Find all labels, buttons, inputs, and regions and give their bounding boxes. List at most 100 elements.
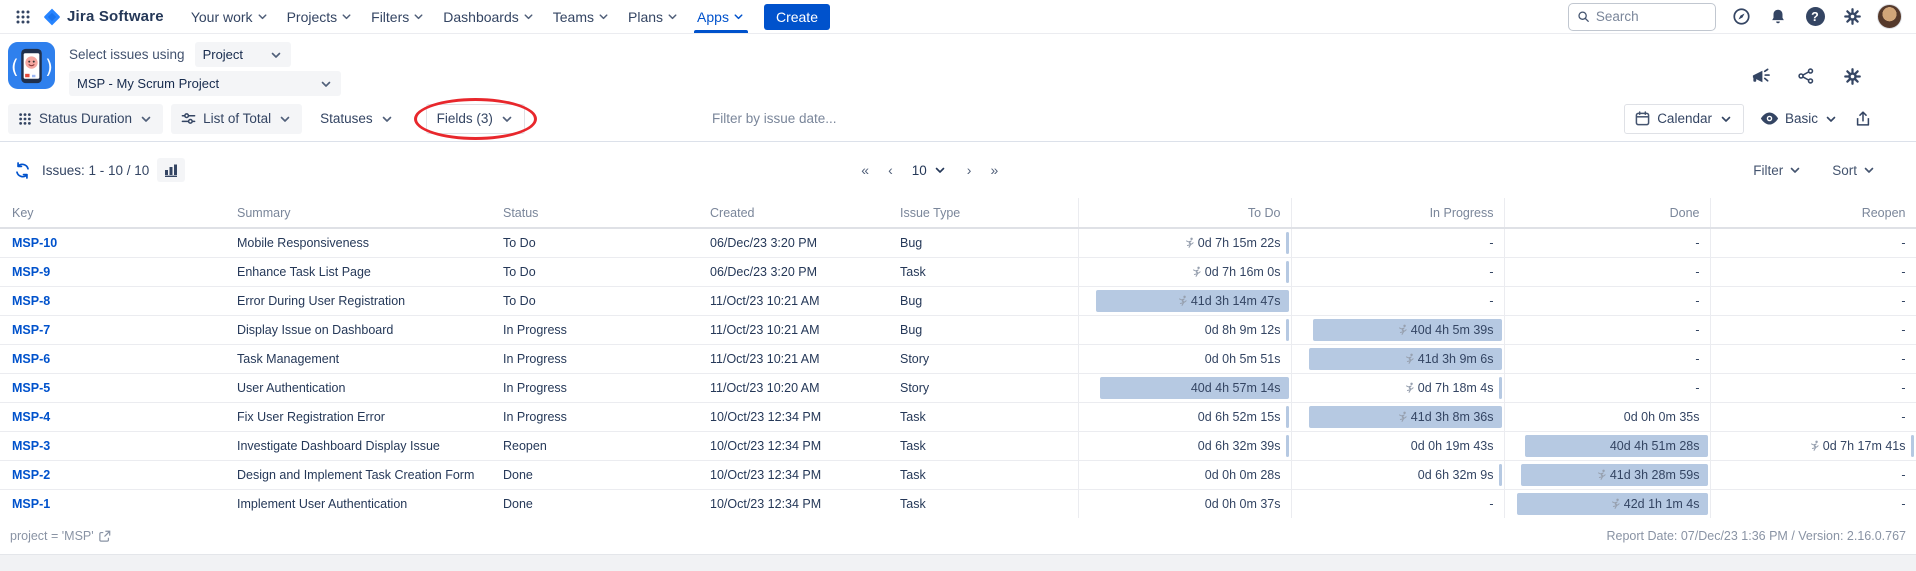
column-header-reopen[interactable]: Reopen bbox=[1710, 198, 1916, 228]
statuses-dropdown[interactable]: Statuses bbox=[310, 104, 404, 134]
issue-key-link[interactable]: MSP-4 bbox=[12, 410, 50, 424]
duration-bar bbox=[1911, 435, 1913, 457]
status-cell: In Progress bbox=[491, 373, 698, 402]
done-duration-cell: 40d 4h 51m 28s bbox=[1504, 431, 1710, 460]
reopen-duration-cell: - bbox=[1710, 228, 1916, 257]
created-cell: 11/Oct/23 10:21 AM bbox=[698, 286, 888, 315]
issue-key-link[interactable]: MSP-9 bbox=[12, 265, 50, 279]
nav-item-dashboards[interactable]: Dashboards bbox=[434, 0, 544, 33]
report-date-version: Report Date: 07/Dec/23 1:36 PM / Version… bbox=[1607, 529, 1907, 543]
active-status-runner-icon bbox=[1397, 411, 1408, 423]
inprogress-duration-cell: 40d 4h 5m 39s bbox=[1291, 315, 1504, 344]
issue-key-link[interactable]: MSP-1 bbox=[12, 497, 50, 511]
nav-item-plans[interactable]: Plans bbox=[619, 0, 688, 33]
issue-type-cell: Bug bbox=[888, 315, 1078, 344]
nav-item-your-work[interactable]: Your work bbox=[182, 0, 278, 33]
created-cell: 06/Dec/23 3:20 PM bbox=[698, 257, 888, 286]
issue-type-cell: Task bbox=[888, 431, 1078, 460]
jira-logo[interactable]: Jira Software bbox=[42, 7, 164, 27]
sort-dropdown[interactable]: Sort bbox=[1832, 163, 1876, 178]
user-avatar[interactable] bbox=[1877, 4, 1902, 29]
chevron-down-icon bbox=[732, 10, 745, 23]
last-page-button[interactable]: » bbox=[990, 162, 997, 178]
status-cell: To Do bbox=[491, 228, 698, 257]
next-page-button[interactable]: › bbox=[967, 162, 971, 178]
notifications-bell-icon[interactable] bbox=[1766, 5, 1790, 29]
inprogress-duration-cell: 41d 3h 8m 36s bbox=[1291, 402, 1504, 431]
nav-item-filters[interactable]: Filters bbox=[362, 0, 434, 33]
filter-dropdown[interactable]: Filter bbox=[1753, 163, 1802, 178]
active-status-runner-icon bbox=[1397, 324, 1408, 336]
key-cell: MSP-1 bbox=[0, 489, 225, 518]
column-header-status[interactable]: Status bbox=[491, 198, 698, 228]
issues-count-label: Issues: 1 - 10 / 10 bbox=[42, 163, 149, 178]
done-duration-cell: - bbox=[1504, 344, 1710, 373]
page-size-select[interactable]: 10 bbox=[912, 163, 947, 178]
report-type-button[interactable]: Status Duration bbox=[8, 104, 163, 134]
column-header-created[interactable]: Created bbox=[698, 198, 888, 228]
active-status-runner-icon bbox=[1610, 498, 1621, 510]
done-duration-cell: 0d 0h 0m 35s bbox=[1504, 402, 1710, 431]
grid-icon bbox=[15, 9, 31, 25]
export-icon[interactable] bbox=[1854, 110, 1872, 128]
report-footer: project = 'MSP' Report Date: 07/Dec/23 1… bbox=[0, 518, 1916, 554]
issue-key-link[interactable]: MSP-2 bbox=[12, 468, 50, 482]
issue-key-link[interactable]: MSP-8 bbox=[12, 294, 50, 308]
column-header-to-do[interactable]: To Do bbox=[1078, 198, 1291, 228]
nav-item-apps[interactable]: Apps bbox=[688, 0, 754, 33]
project-select[interactable]: MSP - My Scrum Project bbox=[69, 71, 341, 96]
prev-page-button[interactable]: ‹ bbox=[888, 162, 892, 178]
issue-type-cell: Task bbox=[888, 257, 1078, 286]
summary-cell: Display Issue on Dashboard bbox=[225, 315, 491, 344]
chevron-down-icon bbox=[139, 112, 153, 126]
issue-key-link[interactable]: MSP-5 bbox=[12, 381, 50, 395]
share-icon[interactable] bbox=[1794, 64, 1818, 88]
app-switcher-icon[interactable] bbox=[10, 4, 36, 30]
bottom-strip bbox=[0, 554, 1916, 571]
done-duration-cell: - bbox=[1504, 373, 1710, 402]
key-cell: MSP-5 bbox=[0, 373, 225, 402]
settings-gear-icon[interactable] bbox=[1840, 5, 1864, 29]
calendar-view-button[interactable]: Calendar bbox=[1624, 104, 1744, 134]
todo-duration-cell: 0d 7h 16m 0s bbox=[1078, 257, 1291, 286]
calendar-icon bbox=[1635, 111, 1650, 126]
column-header-in-progress[interactable]: In Progress bbox=[1291, 198, 1504, 228]
issue-source-select[interactable]: Project bbox=[195, 42, 291, 67]
created-cell: 06/Dec/23 3:20 PM bbox=[698, 228, 888, 257]
column-header-summary[interactable]: Summary bbox=[225, 198, 491, 228]
refresh-icon[interactable] bbox=[10, 158, 34, 182]
report-settings-gear-icon[interactable] bbox=[1840, 64, 1864, 88]
nav-item-projects[interactable]: Projects bbox=[278, 0, 363, 33]
view-mode-button[interactable]: List of Total bbox=[171, 104, 302, 134]
summary-cell: Investigate Dashboard Display Issue bbox=[225, 431, 491, 460]
issue-key-link[interactable]: MSP-10 bbox=[12, 236, 57, 250]
issue-date-filter[interactable]: Filter by issue date... bbox=[712, 96, 837, 141]
done-duration-cell: 42d 1h 1m 4s bbox=[1504, 489, 1710, 518]
nav-item-teams[interactable]: Teams bbox=[544, 0, 619, 33]
jql-query[interactable]: project = 'MSP' bbox=[10, 529, 111, 543]
issue-key-link[interactable]: MSP-7 bbox=[12, 323, 50, 337]
issue-key-link[interactable]: MSP-3 bbox=[12, 439, 50, 453]
issue-key-link[interactable]: MSP-6 bbox=[12, 352, 50, 366]
view-detail-level-button[interactable]: Basic bbox=[1760, 111, 1838, 126]
global-search[interactable] bbox=[1568, 3, 1716, 31]
create-button[interactable]: Create bbox=[764, 4, 830, 30]
discover-icon[interactable] bbox=[1729, 5, 1753, 29]
chart-view-icon[interactable] bbox=[157, 158, 185, 182]
announcement-megaphone-icon[interactable] bbox=[1748, 64, 1772, 88]
help-icon[interactable]: ? bbox=[1803, 5, 1827, 29]
column-header-key[interactable]: Key bbox=[0, 198, 225, 228]
column-header-done[interactable]: Done bbox=[1504, 198, 1710, 228]
chevron-down-icon bbox=[1788, 163, 1802, 177]
key-cell: MSP-10 bbox=[0, 228, 225, 257]
search-input[interactable] bbox=[1596, 9, 1707, 24]
issue-row-msp-2: MSP-2Design and Implement Task Creation … bbox=[0, 460, 1916, 489]
column-header-issue-type[interactable]: Issue Type bbox=[888, 198, 1078, 228]
chevron-down-icon bbox=[256, 10, 269, 23]
fields-dropdown[interactable]: Fields (3) bbox=[426, 104, 525, 134]
duration-bar bbox=[1499, 377, 1501, 399]
first-page-button[interactable]: « bbox=[861, 162, 868, 178]
issue-row-msp-4: MSP-4Fix User Registration ErrorIn Progr… bbox=[0, 402, 1916, 431]
svg-text:(: ( bbox=[11, 55, 19, 78]
summary-cell: Enhance Task List Page bbox=[225, 257, 491, 286]
